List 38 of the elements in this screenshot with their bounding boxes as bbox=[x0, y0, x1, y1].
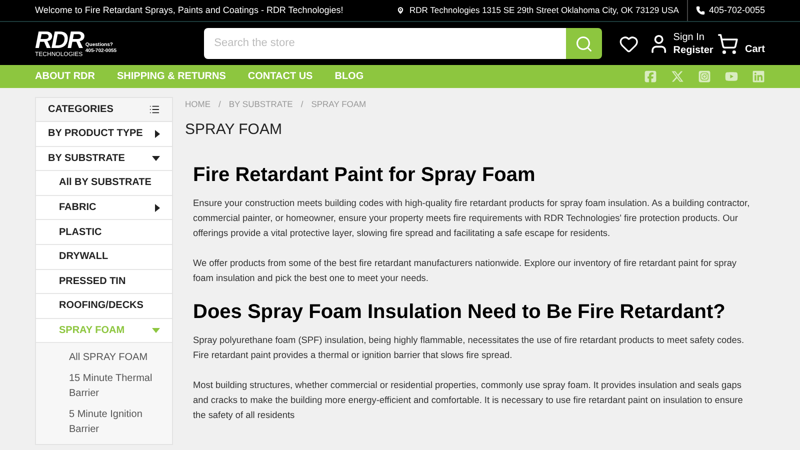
caret-right-icon bbox=[155, 130, 160, 138]
search-field[interactable]: Search the store bbox=[204, 28, 566, 59]
facebook-icon[interactable] bbox=[644, 70, 657, 83]
sidebar-title: CATEGORIES bbox=[48, 103, 114, 117]
category-item[interactable]: 15 Minute Thermal Barrier bbox=[36, 368, 172, 404]
breadcrumb-separator: / bbox=[218, 98, 221, 111]
instagram-icon[interactable] bbox=[698, 70, 711, 83]
category-item[interactable]: 5 Minute Ignition Barrier bbox=[36, 404, 172, 440]
paragraph: We offer products from some of the best fire retardant manufacturers nationwide. Explore our inventory of fire retardant paint for spray foam insulation and pick the best one to meet your needs. bbox=[193, 257, 738, 286]
caret-down-icon bbox=[152, 328, 160, 334]
address-text: RDR Technologies 1315 SE 29th Street Oklahoma City, OK 73129 USA bbox=[409, 4, 679, 17]
caret-down-icon bbox=[152, 156, 160, 161]
paragraph: Ensure your construction meets building codes with high-quality fire retardant products for spray foam insulation. As a building contractor, commercial painter, or homeowner, ensure your property meets fire requirements with RDR Technologies' fire protection products. Our offerings provide a vital protective layer, slowing fire spread and facilitating a safe escape for residents. bbox=[193, 197, 751, 240]
breadcrumb-separator: / bbox=[300, 98, 304, 111]
welcome-text: Welcome to Fire Retardant Sprays, Paints and Coatings - RDR Technologies! bbox=[35, 4, 344, 17]
cart-link[interactable]: Cart bbox=[744, 42, 765, 57]
phone-link[interactable]: 405-702-0055 bbox=[708, 4, 765, 18]
search-icon bbox=[574, 34, 593, 52]
caret-right-icon bbox=[155, 204, 160, 212]
page-title: SPRAY FOAM bbox=[185, 120, 283, 140]
paragraph: Most building structures, whether commercial or residential properties, commonly use spray foam. It provides insulation and seals gaps and cracks to make the building more energy-efficient and comfortable. It is necessary to use fire retardant paint on insulation to ensure the safety of all residents bbox=[193, 379, 744, 422]
category-item[interactable]: All SPRAY FOAM bbox=[36, 347, 172, 368]
list-icon bbox=[149, 104, 160, 115]
sign-in-link[interactable]: Sign In bbox=[673, 30, 714, 44]
paragraph: Spray polyurethane foam (SPF) insulation, being highly flammable, necessitates the use of fire retardant products to meet safety codes. Fire retardant paint provides a thermal or ignition barrier that slows fire spread. bbox=[193, 334, 746, 362]
category-item[interactable]: PRESSED TIN bbox=[36, 270, 172, 294]
register-link[interactable]: Register bbox=[673, 44, 714, 56]
section-heading: Fire Retardant Paint for Spray Foam bbox=[193, 163, 536, 188]
linkedin-icon[interactable] bbox=[752, 70, 765, 83]
search-button[interactable] bbox=[566, 28, 602, 59]
section-heading: Does Spray Foam Insulation Need to Be Fire Retardant? bbox=[193, 300, 726, 324]
phone-icon bbox=[696, 6, 705, 15]
cart-icon[interactable] bbox=[717, 32, 739, 54]
category-item[interactable]: BY SUBSTRATE bbox=[36, 146, 172, 172]
x-icon[interactable] bbox=[671, 70, 684, 83]
youtube-icon[interactable] bbox=[725, 70, 738, 83]
map-pin-icon bbox=[396, 6, 406, 15]
heart-icon[interactable] bbox=[618, 34, 639, 54]
